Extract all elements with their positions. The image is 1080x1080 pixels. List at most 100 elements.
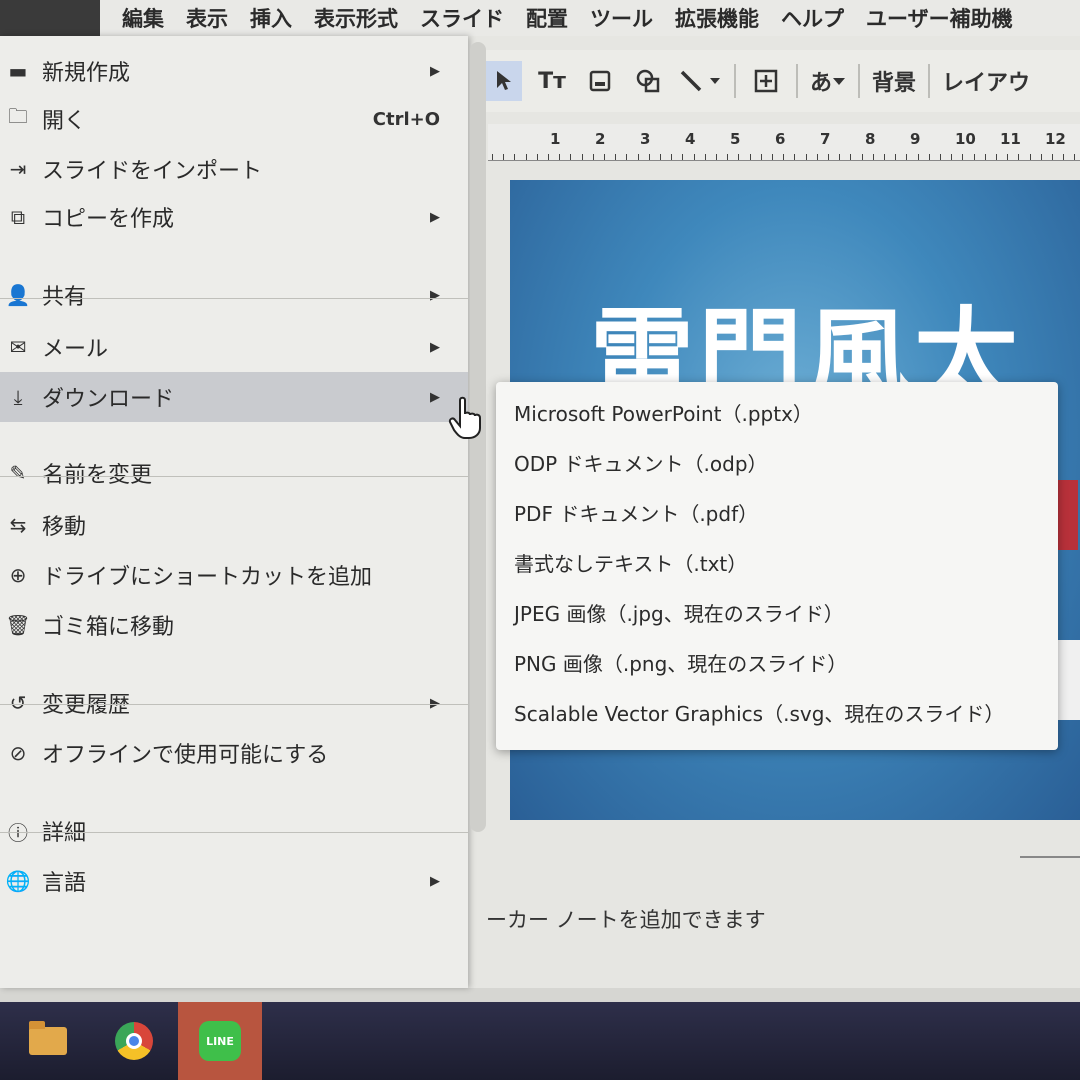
- download-pptx-option[interactable]: Microsoft PowerPoint（.pptx）: [514, 394, 813, 430]
- ruler-number: 9: [910, 130, 921, 148]
- ruler-number: 2: [595, 130, 606, 148]
- file-menu-item[interactable]: ✎ 名前を変更: [0, 448, 468, 498]
- menu-insert[interactable]: 挿入: [250, 3, 292, 33]
- select-tool-button[interactable]: [486, 61, 522, 101]
- toolbar: Tт あ 背景 レイアウ: [480, 50, 1080, 112]
- ruler-tick: [1063, 154, 1065, 160]
- file-menu-item[interactable]: 🗑 ゴミ箱に移動: [0, 600, 468, 650]
- download-svg-option[interactable]: Scalable Vector Graphics（.svg、現在のスライド）: [514, 694, 1004, 730]
- speaker-notes-placeholder[interactable]: ーカー ノートを追加できます: [486, 904, 766, 934]
- file-menu-item[interactable]: ↺ 変更履歴 ▶: [0, 678, 468, 728]
- ruler-tick: [514, 154, 516, 160]
- ruler-tick: [962, 154, 964, 160]
- ruler-tick: [559, 154, 561, 160]
- horizontal-scrollbar[interactable]: [0, 988, 1080, 1002]
- file-menu-item[interactable]: ⓘ 詳細: [0, 806, 468, 856]
- ruler-tick: [693, 154, 695, 160]
- download-png-option[interactable]: PNG 画像（.png、現在のスライド）: [514, 644, 847, 680]
- notes-divider: [1020, 856, 1080, 858]
- layout-button[interactable]: レイアウ: [942, 61, 1030, 101]
- line-tool-button[interactable]: [678, 61, 722, 101]
- file-menu-item-label: メール: [42, 337, 109, 362]
- ruler-tick: [738, 154, 740, 160]
- menu-format[interactable]: 表示形式: [314, 3, 398, 33]
- file-menu-item[interactable]: ✉ メール ▶: [0, 322, 468, 372]
- insert-image-button[interactable]: [582, 61, 618, 101]
- menu-divider: [0, 832, 468, 833]
- file-menu-item[interactable]: ⇆ 移動: [0, 500, 468, 550]
- app-menu-bar: 編集 表示 挿入 表示形式 スライド 配置 ツール 拡張機能 ヘルプ ユーザー補…: [0, 0, 1080, 36]
- file-menu-item[interactable]: 🌐 言語 ▶: [0, 856, 468, 906]
- submenu-arrow-icon: ▶: [430, 339, 440, 355]
- submenu-arrow-icon: ▶: [430, 287, 440, 303]
- download-odp-option[interactable]: ODP ドキュメント（.odp）: [514, 444, 768, 480]
- menu-view[interactable]: 表示: [186, 3, 228, 33]
- toolbar-divider: [796, 64, 798, 98]
- menu-tools[interactable]: ツール: [590, 3, 653, 33]
- download-submenu: Microsoft PowerPoint（.pptx） ODP ドキュメント（.o…: [496, 382, 1058, 750]
- line-app-icon: LINE: [199, 1021, 241, 1061]
- menu-help[interactable]: ヘルプ: [781, 3, 844, 33]
- file-menu-item[interactable]: ⤓ ダウンロード ▶: [0, 372, 468, 422]
- file-menu-item-label: スライドをインポート: [42, 159, 263, 184]
- ruler-tick: [816, 154, 818, 160]
- japanese-input-icon: あ: [810, 71, 833, 96]
- ruler-number: 12: [1045, 130, 1066, 148]
- ruler-tick: [492, 154, 493, 160]
- submenu-arrow-icon: ▶: [430, 389, 440, 405]
- ruler-tick: [581, 154, 583, 160]
- slide-red-decoration: [1058, 480, 1078, 550]
- ruler-tick: [794, 154, 796, 160]
- add-box-icon: [754, 69, 778, 93]
- file-menu-item-label: 移動: [42, 515, 87, 540]
- ruler-tick: [1007, 154, 1009, 160]
- shortcut-hint: Ctrl+O: [372, 108, 440, 130]
- download-pdf-option[interactable]: PDF ドキュメント（.pdf）: [514, 494, 758, 530]
- taskbar-chrome-app[interactable]: [92, 1002, 176, 1080]
- globe-icon: 🌐: [5, 869, 31, 893]
- text-box-button[interactable]: Tт: [534, 61, 570, 101]
- download-txt-option[interactable]: 書式なしテキスト（.txt）: [514, 544, 747, 580]
- menu-slide[interactable]: スライド: [420, 3, 504, 33]
- file-menu-item[interactable]: 👤 共有 ▶: [0, 270, 468, 320]
- ruler-number: 5: [730, 130, 741, 148]
- menu-divider: [0, 704, 468, 705]
- toolbar-divider: [858, 64, 861, 98]
- ruler-tick: [570, 154, 572, 160]
- menu-edit[interactable]: 編集: [122, 3, 164, 33]
- ruler-tick: [805, 154, 807, 160]
- file-menu-item-label: オフラインで使用可能にする: [42, 743, 329, 768]
- ruler-tick: [984, 154, 986, 160]
- file-menu-item[interactable]: ⇥ スライドをインポート: [0, 144, 468, 194]
- ruler-tick: [727, 154, 729, 160]
- menu-extensions[interactable]: 拡張機能: [675, 3, 759, 33]
- ruler-tick: [503, 154, 505, 160]
- input-tools-button[interactable]: あ: [810, 61, 846, 101]
- background-button[interactable]: 背景: [872, 61, 916, 101]
- file-menu-item[interactable]: ⊘ オフラインで使用可能にする: [0, 728, 468, 778]
- line-icon: [680, 70, 720, 92]
- file-menu-item[interactable]: ⧉ コピーを作成 ▶: [0, 192, 468, 242]
- line-app-label: LINE: [206, 1034, 234, 1048]
- text-tool-icon: Tт: [538, 68, 566, 94]
- file-menu-item[interactable]: ⊕ ドライブにショートカットを追加: [0, 550, 468, 600]
- rename-icon: ✎: [9, 461, 27, 485]
- file-menu-item[interactable]: 🗀 開く Ctrl+O: [0, 94, 468, 144]
- ruler-tick: [951, 154, 953, 160]
- taskbar-files-app[interactable]: [6, 1002, 90, 1080]
- ruler-tick: [928, 154, 930, 160]
- file-menu-tab[interactable]: [0, 0, 100, 36]
- download-jpeg-option[interactable]: JPEG 画像（.jpg、現在のスライド）: [514, 594, 844, 630]
- menu-accessibility[interactable]: ユーザー補助機: [866, 3, 1013, 33]
- menu-arrange[interactable]: 配置: [526, 3, 568, 33]
- ruler-number: 7: [820, 130, 831, 148]
- ruler-tick: [548, 154, 549, 160]
- mail-icon: ✉: [9, 335, 27, 359]
- ruler-tick: [1040, 154, 1042, 160]
- shape-button[interactable]: [630, 61, 666, 101]
- taskbar-line-app[interactable]: LINE: [178, 1002, 262, 1080]
- submenu-arrow-icon: ▶: [430, 63, 440, 79]
- file-menu-item[interactable]: ▬ 新規作成 ▶: [0, 46, 468, 96]
- ruler-tick: [525, 154, 527, 160]
- insert-comment-box-button[interactable]: [748, 61, 784, 101]
